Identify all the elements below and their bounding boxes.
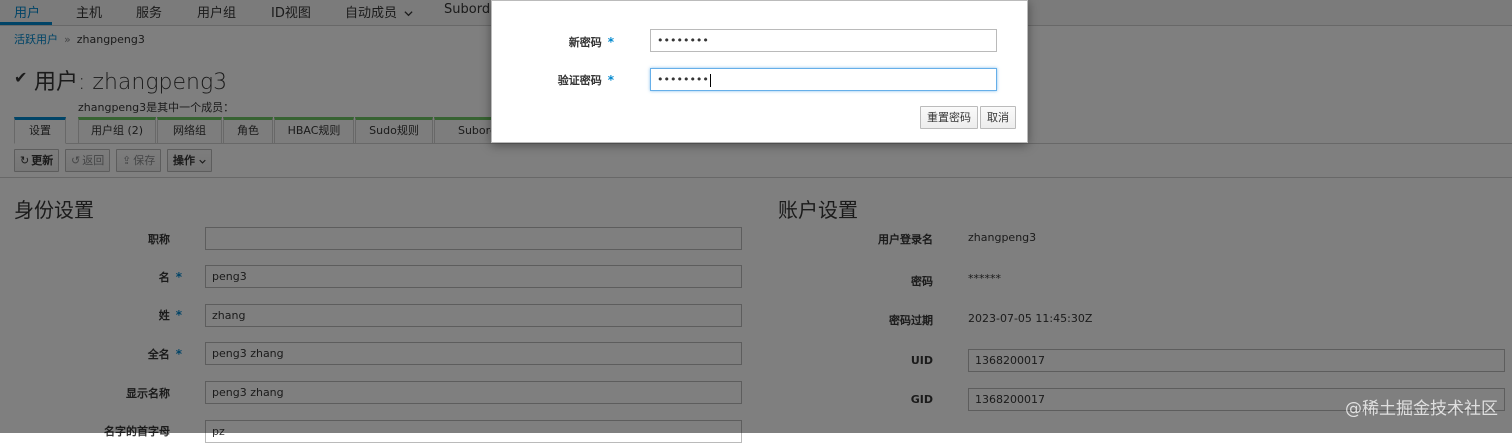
required-marker: *: [607, 35, 614, 49]
new-password-input[interactable]: ••••••••: [650, 29, 997, 52]
watermark: @稀土掘金技术社区: [1345, 399, 1498, 419]
new-password-label: 新密码 *: [568, 35, 614, 49]
verify-password-value: ••••••••: [657, 73, 709, 86]
verify-password-label: 验证密码 *: [557, 73, 614, 87]
new-password-value: ••••••••: [657, 34, 709, 47]
reset-password-dialog: 新密码 * •••••••• 验证密码 * •••••••• 重置密码 取消: [491, 0, 1028, 143]
text-caret: [709, 73, 711, 87]
required-marker: *: [607, 73, 614, 87]
verify-password-input[interactable]: ••••••••: [650, 68, 997, 91]
reset-password-button[interactable]: 重置密码: [920, 106, 978, 129]
cancel-button[interactable]: 取消: [980, 106, 1016, 129]
